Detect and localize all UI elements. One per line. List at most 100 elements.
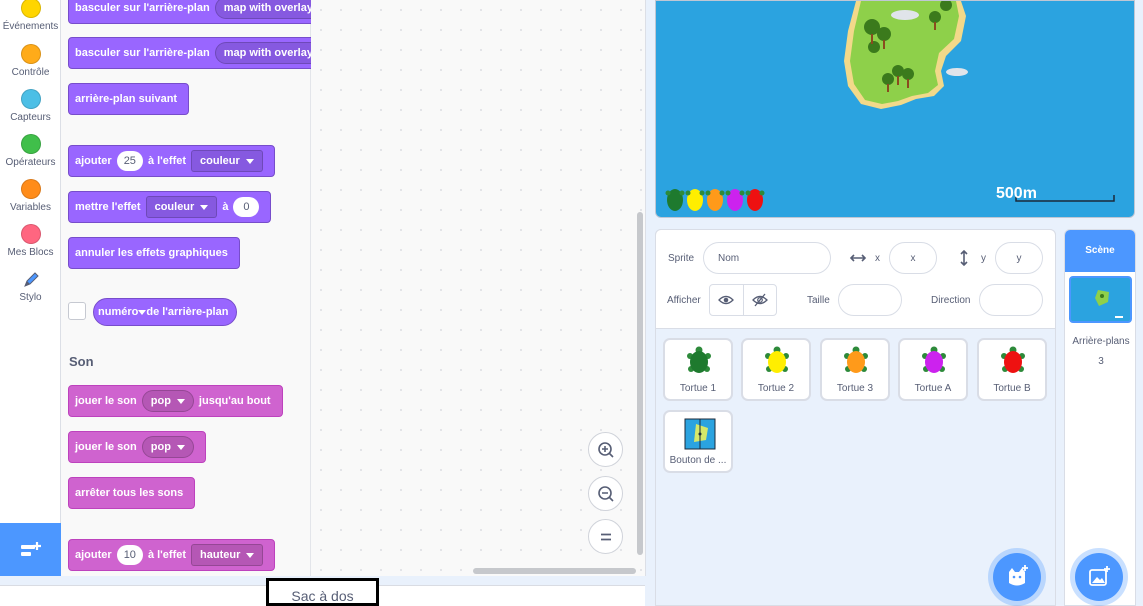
backpack-label[interactable]: Sac à dos <box>266 578 379 606</box>
category-variables[interactable]: Variables <box>0 179 61 213</box>
zoom-in-button[interactable] <box>588 432 623 467</box>
eye-slash-icon <box>751 293 768 307</box>
block-change-effect[interactable]: ajouter 25 à l'effet couleur <box>68 145 275 177</box>
add-sprite-button[interactable] <box>993 553 1041 601</box>
block-play-sound-until-done[interactable]: jouer le son pop jusqu'au bout <box>68 385 283 417</box>
category-label: Capteurs <box>10 112 51 123</box>
block-stop-all-sounds[interactable]: arrêter tous les sons <box>68 477 196 509</box>
effect-dropdown[interactable]: couleur <box>145 196 218 218</box>
reporter-dropdown[interactable]: numéro <box>98 306 147 318</box>
block-text: basculer sur l'arrière-plan <box>75 47 210 59</box>
sprite-tile[interactable]: Bouton de ... <box>663 410 733 473</box>
dropdown-value: couleur <box>154 201 195 213</box>
direction-label: Direction <box>931 295 971 306</box>
sound-effect-dropdown[interactable]: hauteur <box>191 544 264 566</box>
add-backdrop-button[interactable] <box>1075 553 1123 601</box>
sprite-name: Tortue 1 <box>679 383 717 394</box>
size-input[interactable] <box>838 284 902 316</box>
turtle-icon <box>844 346 868 373</box>
block-text: basculer sur l'arrière-plan <box>75 2 210 14</box>
turtle-icon <box>922 346 946 373</box>
block-change-sound-effect[interactable]: ajouter 10 à l'effet hauteur <box>68 539 276 571</box>
placeholder: x <box>910 252 916 264</box>
reporter-backdrop-number[interactable]: numéro de l'arrière-plan <box>93 298 238 326</box>
hide-button[interactable] <box>744 285 777 315</box>
island-map-image <box>665 1 1115 211</box>
category-operators[interactable]: Opérateurs <box>0 134 61 168</box>
block-start-sound[interactable]: jouer le son pop <box>68 431 206 463</box>
category-pen[interactable]: Stylo <box>0 270 61 303</box>
sprite-tile[interactable]: Tortue B <box>977 338 1047 401</box>
category-control[interactable]: Contrôle <box>0 44 61 78</box>
sprite-tile[interactable]: Tortue 3 <box>820 338 890 401</box>
backdrop-thumbnail-image <box>1095 290 1123 318</box>
y-input[interactable]: y <box>995 242 1043 274</box>
horizontal-scrollbar[interactable] <box>473 568 636 574</box>
backdrops-count: 3 <box>1098 356 1104 367</box>
block-next-backdrop[interactable]: arrière-plan suivant <box>68 83 190 115</box>
dropdown-value: pop <box>150 441 171 453</box>
sprite-name: Tortue 2 <box>757 383 795 394</box>
stage-pane-header[interactable]: Scène <box>1065 230 1135 272</box>
caret-down-icon <box>176 398 185 404</box>
block-text: à l'effet <box>147 549 187 561</box>
block-text: de l'arrière-plan <box>146 306 229 318</box>
turtle-icon <box>687 346 711 373</box>
category-sensing[interactable]: Capteurs <box>0 89 61 123</box>
sprite-tile[interactable]: Tortue 2 <box>741 338 811 401</box>
reporter-checkbox[interactable] <box>68 302 86 320</box>
block-set-effect[interactable]: mettre l'effet couleur à 0 <box>68 191 272 223</box>
sprite-name-input[interactable]: Nom <box>703 242 831 274</box>
value-input[interactable]: 25 <box>116 151 143 171</box>
add-extension-icon <box>20 541 41 556</box>
variables-dot-icon <box>20 179 41 199</box>
stage-canvas[interactable] <box>655 0 1135 218</box>
zoom-in-icon <box>597 441 614 458</box>
category-events[interactable]: Événements <box>0 0 61 32</box>
direction-input[interactable] <box>979 284 1043 316</box>
add-extension-button[interactable] <box>0 523 61 576</box>
sprite-name: Tortue B <box>993 383 1031 394</box>
category-label: Événements <box>2 21 59 32</box>
block-text: arrêter tous les sons <box>75 487 184 499</box>
stage-target-pane: Scène Arrière-plans 3 <box>1064 229 1136 606</box>
sound-category-heading: Son <box>69 354 94 369</box>
dropdown-value: pop <box>150 395 171 407</box>
block-text: à <box>222 201 229 213</box>
block-text: jouer le son <box>75 395 137 407</box>
pen-icon <box>23 272 39 287</box>
size-label: Taille <box>807 295 830 306</box>
sound-dropdown[interactable]: pop <box>141 390 194 412</box>
stage-thumbnail[interactable] <box>1069 276 1132 323</box>
sprite-name: Bouton de ... <box>669 455 727 466</box>
category-my-blocks[interactable]: Mes Blocs <box>0 224 61 258</box>
vertical-scrollbar[interactable] <box>637 212 643 555</box>
sound-dropdown[interactable]: pop <box>141 436 194 458</box>
block-switch-backdrop[interactable]: basculer sur l'arrière-plan map with ove… <box>68 0 348 24</box>
my-blocks-dot-icon <box>20 224 41 244</box>
dropdown-value: map with overlay <box>223 2 313 14</box>
sprite-tile[interactable]: Tortue A <box>898 338 968 401</box>
category-label: Stylo <box>19 292 42 303</box>
block-clear-effects[interactable]: annuler les effets graphiques <box>68 237 240 269</box>
sprite-name: Tortue 3 <box>836 383 874 394</box>
dropdown-value: couleur <box>200 155 240 167</box>
value-input[interactable]: 0 <box>233 197 260 217</box>
caret-down-icon <box>176 444 185 450</box>
caret-down-icon <box>200 204 209 210</box>
sprite-tile[interactable]: Tortue 1 <box>663 338 733 401</box>
block-text: ajouter <box>75 549 112 561</box>
zoom-reset-button[interactable] <box>588 519 623 554</box>
zoom-out-button[interactable] <box>588 476 623 511</box>
value-input[interactable]: 10 <box>116 545 143 565</box>
zoom-out-icon <box>597 485 614 502</box>
turtle-icon <box>765 346 789 373</box>
block-switch-backdrop[interactable]: basculer sur l'arrière-plan map with ove… <box>68 37 348 69</box>
category-label: Contrôle <box>11 67 50 78</box>
block-text: jouer le son <box>75 441 137 453</box>
equals-icon <box>600 533 611 540</box>
effect-dropdown[interactable]: couleur <box>191 150 263 172</box>
sprite-name: Tortue A <box>914 383 952 394</box>
show-button[interactable] <box>710 285 744 315</box>
x-input[interactable]: x <box>889 242 937 274</box>
